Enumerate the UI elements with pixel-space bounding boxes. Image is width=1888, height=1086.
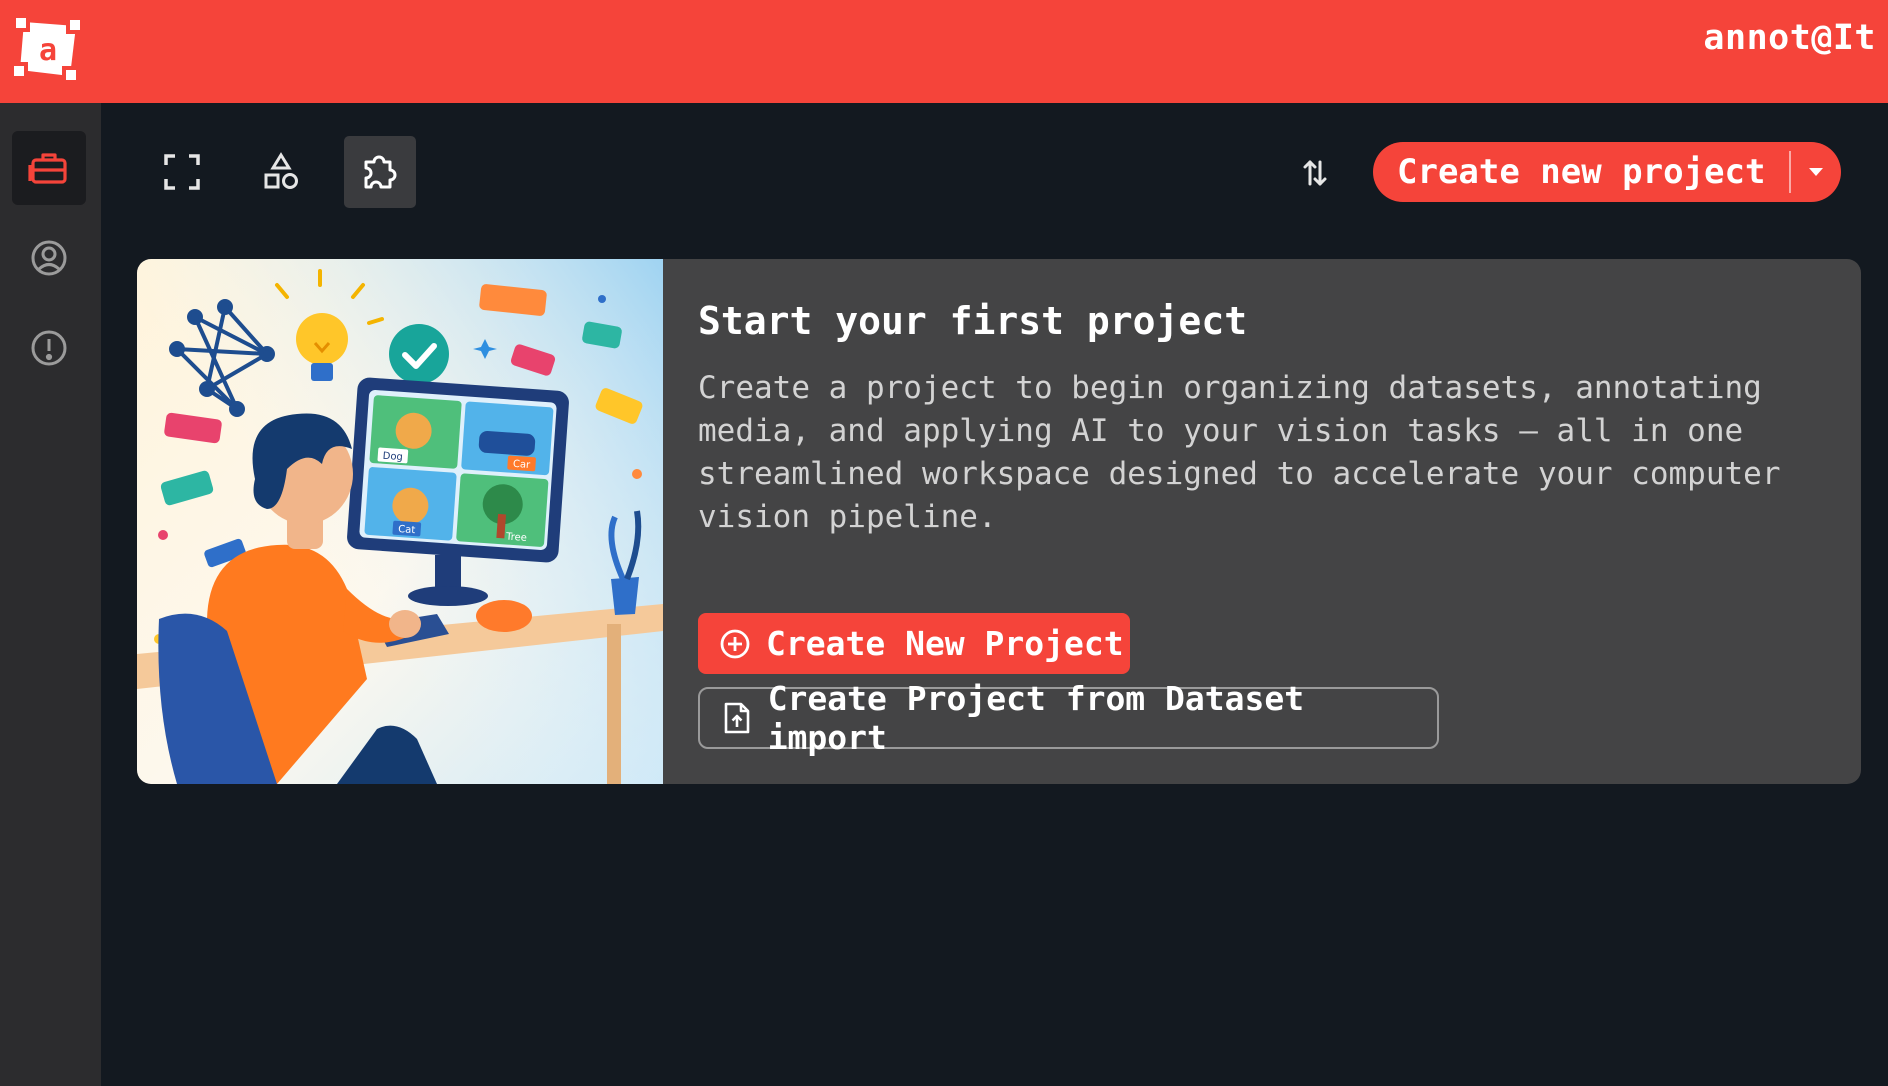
- sort-button[interactable]: [1295, 151, 1335, 195]
- create-project-dropdown-button[interactable]: [1791, 142, 1841, 202]
- briefcase-icon: [28, 153, 67, 184]
- sidebar: [0, 103, 101, 1086]
- sidebar-item-account[interactable]: [12, 221, 86, 295]
- create-new-project-label: Create New Project: [766, 624, 1124, 663]
- tool-plugins-button[interactable]: [344, 136, 416, 208]
- sort-icon: [1303, 160, 1327, 186]
- alert-circle-icon: [31, 330, 67, 366]
- label-dog: Dog: [382, 451, 403, 463]
- plus-circle-icon: [718, 627, 752, 661]
- label-cat: Cat: [398, 524, 416, 536]
- empty-state-title: Start your first project: [698, 299, 1248, 343]
- label-car: Car: [513, 459, 532, 471]
- sidebar-item-projects[interactable]: [12, 131, 86, 205]
- empty-state-illustration: Dog Car Cat Tree: [137, 259, 663, 784]
- create-project-from-dataset-button[interactable]: Create Project from Dataset import: [698, 679, 1439, 757]
- puzzle-icon: [364, 155, 397, 189]
- sidebar-item-about[interactable]: [12, 311, 86, 385]
- app-header: a annot@It: [0, 0, 1888, 103]
- app-title: annot@It: [1703, 18, 1876, 58]
- create-new-project-button[interactable]: Create new project: [1373, 151, 1792, 193]
- create-new-project-primary-button[interactable]: Create New Project: [698, 613, 1130, 674]
- create-project-from-dataset-label: Create Project from Dataset import: [767, 679, 1305, 757]
- fullscreen-icon: [164, 154, 200, 190]
- file-upload-icon: [720, 701, 754, 735]
- label-tree: Tree: [505, 531, 528, 543]
- user-circle-icon: [31, 240, 67, 276]
- app-logo[interactable]: a: [10, 10, 86, 86]
- create-project-split-button: Create new project: [1373, 142, 1841, 202]
- caret-down-icon: [1809, 168, 1824, 176]
- tool-shapes-button[interactable]: [245, 136, 317, 208]
- empty-state-description: Create a project to begin organizing dat…: [698, 370, 1781, 535]
- empty-state-card: Dog Car Cat Tree Start your first projec…: [137, 259, 1861, 784]
- shapes-icon: [264, 152, 298, 189]
- logo-letter: a: [39, 33, 57, 68]
- tool-fullscreen-button[interactable]: [146, 136, 218, 208]
